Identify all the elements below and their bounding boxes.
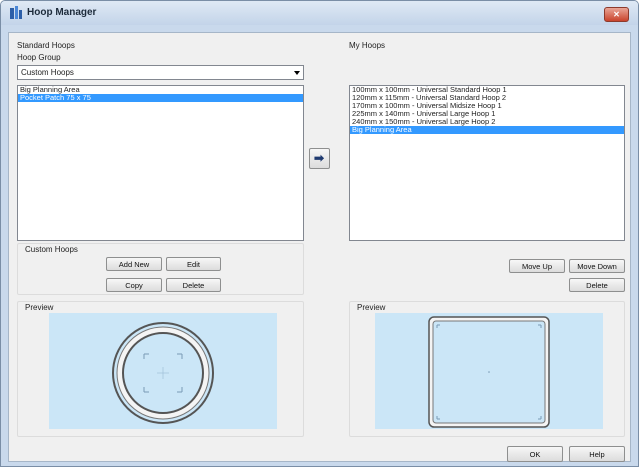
- hoop-group-select[interactable]: Custom Hoops: [17, 65, 304, 80]
- edit-button[interactable]: Edit: [166, 257, 221, 271]
- hoop-group-value: Custom Hoops: [21, 68, 74, 77]
- arrow-right-icon: ➡: [314, 151, 325, 165]
- window-title: Hoop Manager: [27, 7, 97, 18]
- standard-preview-label: Preview: [25, 303, 54, 312]
- hoop-manager-window: Hoop Manager ✕ Standard Hoops Hoop Group…: [0, 0, 639, 467]
- title-bar[interactable]: Hoop Manager ✕: [1, 1, 638, 25]
- move-down-button[interactable]: Move Down: [569, 259, 625, 273]
- copy-button[interactable]: Copy: [106, 278, 162, 292]
- my-hoop-preview: [375, 313, 603, 429]
- hoop-manager-app-icon: [10, 6, 22, 19]
- standard-list-item[interactable]: Pocket Patch 75 x 75: [18, 94, 303, 102]
- my-preview-label: Preview: [357, 303, 386, 312]
- standard-hoops-label: Standard Hoops: [17, 41, 75, 50]
- delete-my-hoop-button[interactable]: Delete: [569, 278, 625, 292]
- help-button[interactable]: Help: [569, 446, 625, 462]
- standard-hoop-preview: [49, 313, 277, 429]
- my-hoops-label: My Hoops: [349, 41, 386, 50]
- standard-hoops-list[interactable]: Big Planning Area Pocket Patch 75 x 75: [17, 85, 304, 241]
- ok-button[interactable]: OK: [507, 446, 563, 462]
- hoop-group-label: Hoop Group: [17, 53, 61, 62]
- close-button[interactable]: ✕: [604, 7, 629, 22]
- my-hoops-list[interactable]: 100mm x 100mm - Universal Standard Hoop …: [349, 85, 625, 241]
- dialog-body: Standard Hoops Hoop Group Custom Hoops B…: [8, 32, 631, 462]
- custom-hoops-label: Custom Hoops: [25, 245, 78, 254]
- square-hoop-preview: [428, 316, 550, 428]
- chevron-down-icon: [294, 71, 300, 75]
- add-to-my-hoops-button[interactable]: ➡: [309, 148, 330, 169]
- round-hoop-preview: [112, 322, 214, 424]
- delete-custom-button[interactable]: Delete: [166, 278, 221, 292]
- add-new-button[interactable]: Add New: [106, 257, 162, 271]
- my-list-item[interactable]: Big Planning Area: [350, 126, 624, 134]
- move-up-button[interactable]: Move Up: [509, 259, 565, 273]
